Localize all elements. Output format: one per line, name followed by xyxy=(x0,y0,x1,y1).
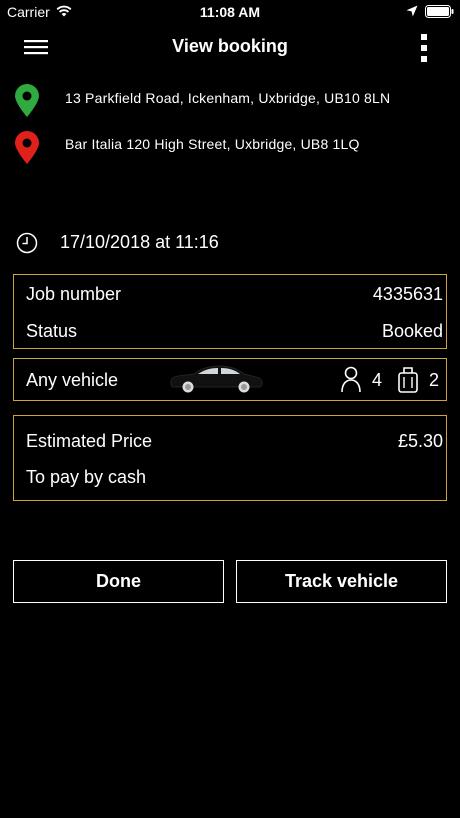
status-label: Status xyxy=(26,321,78,341)
passenger-count: 4 xyxy=(372,370,383,390)
track-vehicle-button[interactable]: Track vehicle xyxy=(236,560,447,603)
page-title: View booking xyxy=(172,36,288,56)
car-icon xyxy=(170,365,263,393)
estimated-price-value: £5.30 xyxy=(397,431,443,451)
dropoff-address[interactable]: Bar Italia 120 High Street, Uxbridge, UB… xyxy=(65,136,360,152)
passenger-icon xyxy=(341,366,361,393)
job-number-value: 4335631 xyxy=(372,284,443,304)
luggage-icon xyxy=(398,367,418,393)
vehicle-label: Any vehicle xyxy=(26,370,119,390)
status-value: Booked xyxy=(381,321,443,341)
location-arrow-icon xyxy=(406,5,418,17)
pickup-address[interactable]: 13 Parkfield Road, Ickenham, Uxbridge, U… xyxy=(65,90,390,106)
more-icon[interactable] xyxy=(419,33,429,63)
job-number-label: Job number xyxy=(26,284,122,304)
price-card xyxy=(13,415,447,501)
done-button[interactable]: Done xyxy=(13,560,224,603)
estimated-price-label: Estimated Price xyxy=(26,431,153,451)
payment-method-label: To pay by cash xyxy=(26,467,147,487)
clock-icon xyxy=(16,232,38,254)
dropoff-pin-icon xyxy=(15,131,39,164)
battery-icon xyxy=(425,5,454,18)
pickup-pin-icon xyxy=(15,84,39,117)
luggage-count: 2 xyxy=(429,370,440,390)
status-time: 11:08 AM xyxy=(199,4,261,20)
booking-datetime: 17/10/2018 at 11:16 xyxy=(60,232,219,252)
